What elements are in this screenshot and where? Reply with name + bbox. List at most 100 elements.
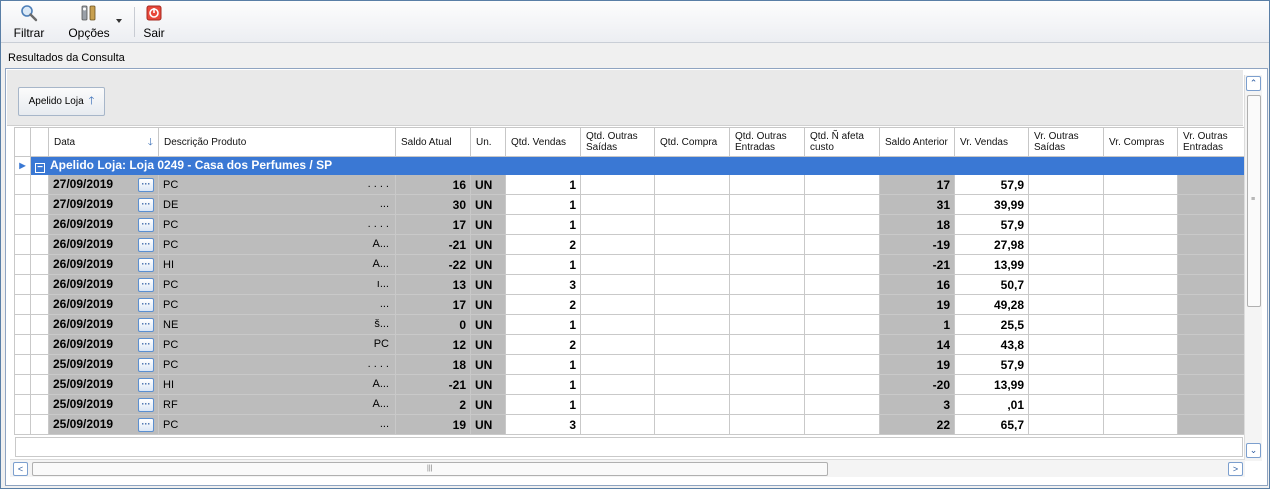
exit-button[interactable]: Sair bbox=[140, 3, 168, 41]
cell-un[interactable]: UN bbox=[470, 214, 506, 235]
row-selector[interactable] bbox=[14, 314, 31, 335]
cell-vr-outras-entradas[interactable] bbox=[1177, 354, 1253, 375]
cell-vr-outras-saidas[interactable] bbox=[1028, 194, 1104, 215]
table-row[interactable]: 25/09/2019 ··· RF A... 2 UN 1 3,01 bbox=[14, 394, 1253, 415]
col-vr-outras-saidas[interactable]: Vr. Outras Saídas bbox=[1028, 127, 1104, 157]
cell-vr-vendas[interactable]: 57,9 bbox=[954, 174, 1029, 195]
cell-qtd-nafeta-custo[interactable] bbox=[804, 354, 880, 375]
cell-qtd-outras-entradas[interactable] bbox=[729, 334, 805, 355]
cell-qtd-nafeta-custo[interactable] bbox=[804, 274, 880, 295]
cell-qtd-nafeta-custo[interactable] bbox=[804, 314, 880, 335]
cell-vr-outras-saidas[interactable] bbox=[1028, 174, 1104, 195]
cell-qtd-vendas[interactable]: 1 bbox=[505, 214, 581, 235]
cell-qtd-vendas[interactable]: 2 bbox=[505, 334, 581, 355]
cell-saldo-anterior[interactable]: 19 bbox=[879, 354, 955, 375]
cell-vr-outras-entradas[interactable] bbox=[1177, 394, 1253, 415]
cell-vr-outras-saidas[interactable] bbox=[1028, 294, 1104, 315]
cell-qtd-outras-saidas[interactable] bbox=[580, 174, 655, 195]
cell-data[interactable]: 26/09/2019 ··· bbox=[48, 254, 159, 275]
cell-saldo-anterior[interactable]: 17 bbox=[879, 174, 955, 195]
ellipsis-button[interactable]: ··· bbox=[138, 178, 154, 192]
cell-un[interactable]: UN bbox=[470, 354, 506, 375]
options-dropdown-arrow[interactable] bbox=[116, 19, 122, 23]
col-vr-outras-entradas[interactable]: Vr. Outras Entradas bbox=[1177, 127, 1253, 157]
cell-qtd-vendas[interactable]: 1 bbox=[505, 354, 581, 375]
cell-data[interactable]: 25/09/2019 ··· bbox=[48, 354, 159, 375]
table-row[interactable]: 26/09/2019 ··· NE š... 0 UN 1 1 25,5 bbox=[14, 314, 1253, 335]
cell-qtd-outras-entradas[interactable] bbox=[729, 214, 805, 235]
cell-qtd-vendas[interactable]: 1 bbox=[505, 254, 581, 275]
cell-qtd-compra[interactable] bbox=[654, 394, 730, 415]
table-row[interactable]: 26/09/2019 ··· PC. . . . 17 UN 1 18 57,9 bbox=[14, 214, 1253, 235]
col-data[interactable]: Data 🡓 bbox=[48, 127, 159, 157]
ellipsis-button[interactable]: ··· bbox=[138, 398, 154, 412]
cell-vr-vendas[interactable]: 39,99 bbox=[954, 194, 1029, 215]
cell-descricao[interactable]: HI A... bbox=[158, 374, 396, 395]
col-un[interactable]: Un. bbox=[470, 127, 506, 157]
cell-un[interactable]: UN bbox=[470, 174, 506, 195]
row-selector[interactable] bbox=[14, 274, 31, 295]
cell-qtd-compra[interactable] bbox=[654, 314, 730, 335]
cell-vr-outras-saidas[interactable] bbox=[1028, 374, 1104, 395]
cell-qtd-outras-saidas[interactable] bbox=[580, 274, 655, 295]
row-selector[interactable] bbox=[14, 334, 31, 355]
cell-qtd-outras-entradas[interactable] bbox=[729, 254, 805, 275]
cell-qtd-outras-saidas[interactable] bbox=[580, 414, 655, 435]
cell-vr-outras-entradas[interactable] bbox=[1177, 174, 1253, 195]
row-selector[interactable] bbox=[14, 394, 31, 415]
cell-saldo-anterior[interactable]: 31 bbox=[879, 194, 955, 215]
cell-qtd-outras-entradas[interactable] bbox=[729, 354, 805, 375]
cell-qtd-compra[interactable] bbox=[654, 274, 730, 295]
cell-descricao[interactable]: PC. . . . bbox=[158, 354, 396, 375]
cell-vr-compras[interactable] bbox=[1103, 414, 1178, 435]
cell-qtd-compra[interactable] bbox=[654, 354, 730, 375]
cell-data[interactable]: 25/09/2019 ··· bbox=[48, 374, 159, 395]
cell-vr-outras-saidas[interactable] bbox=[1028, 274, 1104, 295]
cell-qtd-compra[interactable] bbox=[654, 254, 730, 275]
cell-data[interactable]: 26/09/2019 ··· bbox=[48, 274, 159, 295]
cell-saldo-anterior[interactable]: -21 bbox=[879, 254, 955, 275]
cell-qtd-outras-saidas[interactable] bbox=[580, 214, 655, 235]
cell-saldo-atual[interactable]: -21 bbox=[395, 374, 471, 395]
cell-vr-compras[interactable] bbox=[1103, 174, 1178, 195]
col-descricao[interactable]: Descrição Produto bbox=[158, 127, 396, 157]
cell-vr-compras[interactable] bbox=[1103, 234, 1178, 255]
cell-data[interactable]: 26/09/2019 ··· bbox=[48, 294, 159, 315]
cell-descricao[interactable]: RF A... bbox=[158, 394, 396, 415]
cell-saldo-anterior[interactable]: 1 bbox=[879, 314, 955, 335]
cell-vr-outras-saidas[interactable] bbox=[1028, 254, 1104, 275]
cell-qtd-outras-saidas[interactable] bbox=[580, 334, 655, 355]
cell-qtd-outras-entradas[interactable] bbox=[729, 394, 805, 415]
table-row[interactable]: 25/09/2019 ··· PC... 19 UN 3 22 65,7 bbox=[14, 414, 1253, 435]
group-row[interactable]: ▶ − Apelido Loja: Loja 0249 - Casa dos Pe… bbox=[14, 156, 1253, 175]
col-vr-compras[interactable]: Vr. Compras bbox=[1103, 127, 1178, 157]
cell-vr-vendas[interactable]: 65,7 bbox=[954, 414, 1029, 435]
cell-descricao[interactable]: PC A... bbox=[158, 234, 396, 255]
cell-saldo-anterior[interactable]: 19 bbox=[879, 294, 955, 315]
cell-saldo-atual[interactable]: 19 bbox=[395, 414, 471, 435]
cell-vr-outras-entradas[interactable] bbox=[1177, 214, 1253, 235]
cell-vr-outras-entradas[interactable] bbox=[1177, 274, 1253, 295]
horizontal-scroll-thumb[interactable]: ||| bbox=[32, 462, 828, 476]
cell-qtd-nafeta-custo[interactable] bbox=[804, 414, 880, 435]
col-saldo-anterior[interactable]: Saldo Anterior bbox=[879, 127, 955, 157]
cell-qtd-outras-entradas[interactable] bbox=[729, 174, 805, 195]
cell-vr-outras-saidas[interactable] bbox=[1028, 354, 1104, 375]
cell-data[interactable]: 27/09/2019 ··· bbox=[48, 194, 159, 215]
col-saldo-atual[interactable]: Saldo Atual bbox=[395, 127, 471, 157]
cell-qtd-nafeta-custo[interactable] bbox=[804, 394, 880, 415]
cell-vr-outras-saidas[interactable] bbox=[1028, 234, 1104, 255]
cell-saldo-anterior[interactable]: 16 bbox=[879, 274, 955, 295]
cell-un[interactable]: UN bbox=[470, 274, 506, 295]
cell-saldo-atual[interactable]: 18 bbox=[395, 354, 471, 375]
table-row[interactable]: 26/09/2019 ··· PC ı... 13 UN 3 16 50,7 bbox=[14, 274, 1253, 295]
col-qtd-outras-saidas[interactable]: Qtd. Outras Saídas bbox=[580, 127, 655, 157]
cell-qtd-nafeta-custo[interactable] bbox=[804, 374, 880, 395]
cell-vr-compras[interactable] bbox=[1103, 394, 1178, 415]
row-selector[interactable] bbox=[14, 354, 31, 375]
cell-vr-outras-entradas[interactable] bbox=[1177, 374, 1253, 395]
table-row[interactable]: 26/09/2019 ··· PC... 17 UN 2 19 49,28 bbox=[14, 294, 1253, 315]
table-row[interactable]: 25/09/2019 ··· PC. . . . 18 UN 1 19 57,9 bbox=[14, 354, 1253, 375]
scroll-up-icon[interactable]: ⌃ bbox=[1246, 76, 1261, 91]
filter-button[interactable]: Filtrar bbox=[11, 3, 47, 41]
